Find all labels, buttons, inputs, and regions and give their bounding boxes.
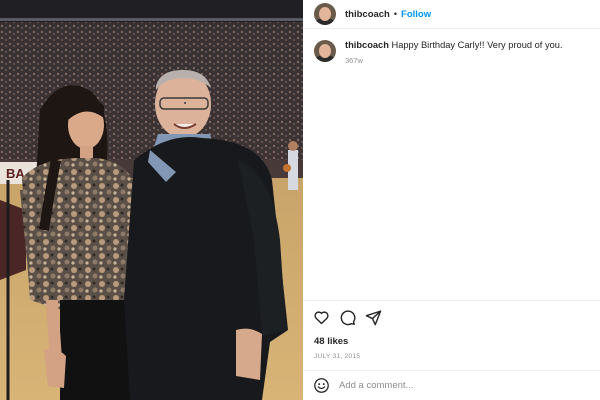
profile-avatar[interactable] <box>314 3 336 25</box>
comment-icon[interactable] <box>339 309 356 326</box>
comment-input[interactable] <box>339 380 569 391</box>
header-separator: • <box>393 9 398 19</box>
photo-image: BA <box>0 0 303 400</box>
caption-avatar[interactable] <box>314 40 336 62</box>
post-photo[interactable]: BA <box>0 0 303 400</box>
divider <box>303 300 600 301</box>
emoji-icon[interactable] <box>313 377 330 394</box>
caption-timestamp[interactable]: 367w <box>345 56 563 65</box>
post-caption: thibcoach Happy Birthday Carly!! Very pr… <box>314 39 594 65</box>
action-bar <box>313 309 382 326</box>
heart-icon[interactable] <box>313 309 330 326</box>
post-dialog: BA thibcoach • Follow thibcoach Happy Bi… <box>0 0 600 400</box>
header-username[interactable]: thibcoach <box>345 9 390 20</box>
caption-text: thibcoach Happy Birthday Carly!! Very pr… <box>345 39 563 52</box>
caption-body: thibcoach Happy Birthday Carly!! Very pr… <box>345 39 563 65</box>
follow-button[interactable]: Follow <box>401 9 431 20</box>
post-date: JULY 31, 2015 <box>314 353 361 360</box>
caption-message: Happy Birthday Carly!! Very proud of you… <box>391 40 563 50</box>
post-sidebar: thibcoach • Follow thibcoach Happy Birth… <box>303 0 600 400</box>
post-header: thibcoach • Follow <box>303 0 600 29</box>
likes-count[interactable]: 48 likes <box>314 336 348 347</box>
share-icon[interactable] <box>365 309 382 326</box>
caption-username[interactable]: thibcoach <box>345 40 389 50</box>
comment-bar <box>303 371 600 400</box>
